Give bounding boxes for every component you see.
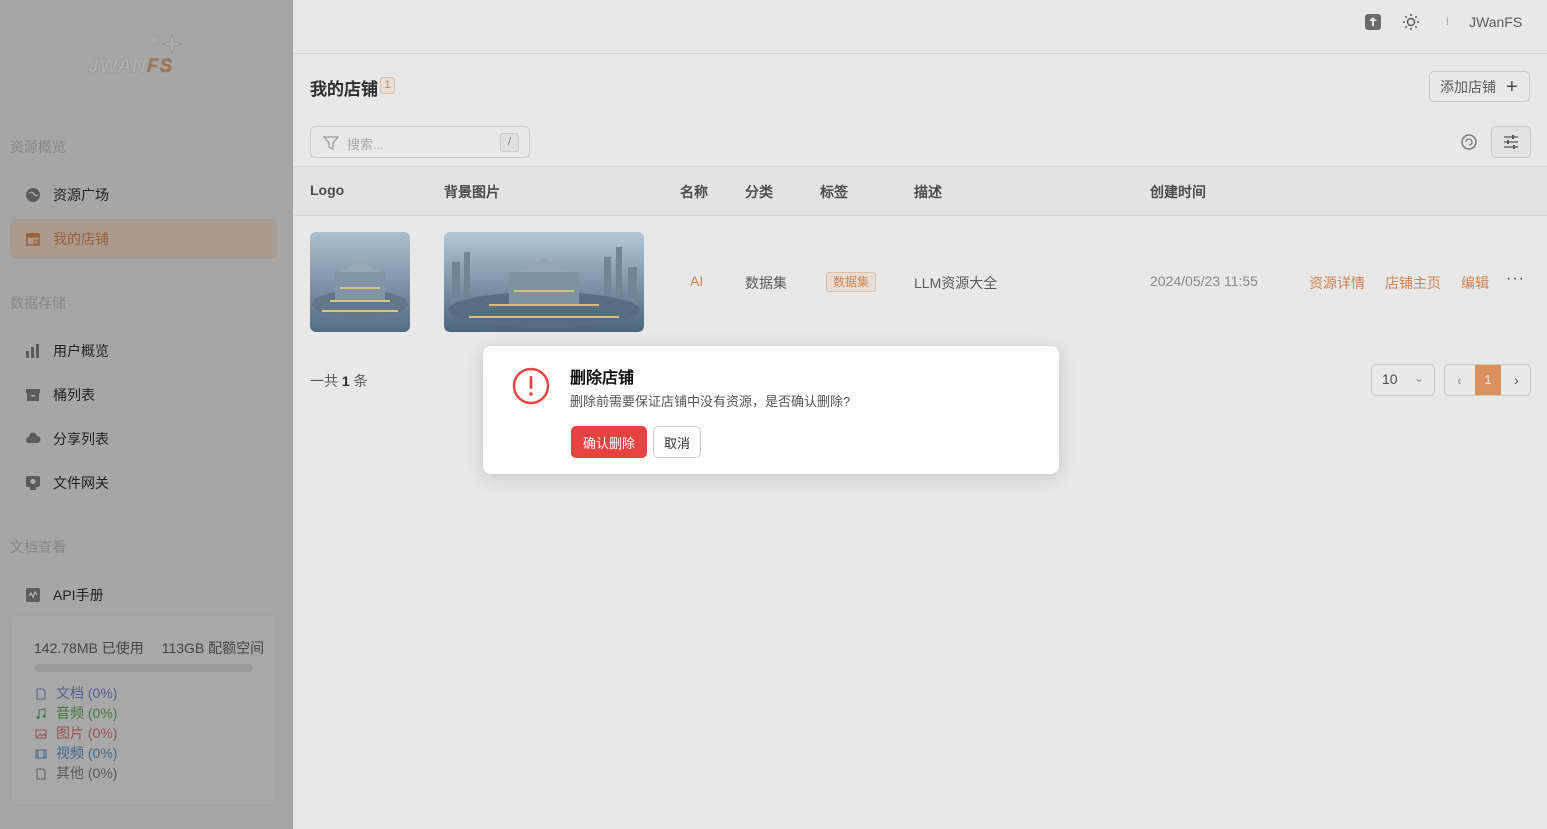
confirm-delete-button[interactable]: 确认删除 xyxy=(571,426,647,458)
cancel-button[interactable]: 取消 xyxy=(653,426,701,458)
dialog-title: 删除店铺 xyxy=(570,370,635,387)
dialog-message: 删除前需要保证店铺中没有资源，是否确认删除? xyxy=(570,394,851,409)
delete-store-dialog: 删除店铺 删除前需要保证店铺中没有资源，是否确认删除? 确认删除 取消 xyxy=(483,346,1059,474)
warning-icon xyxy=(512,367,550,405)
sidebar-overlay xyxy=(0,0,293,829)
